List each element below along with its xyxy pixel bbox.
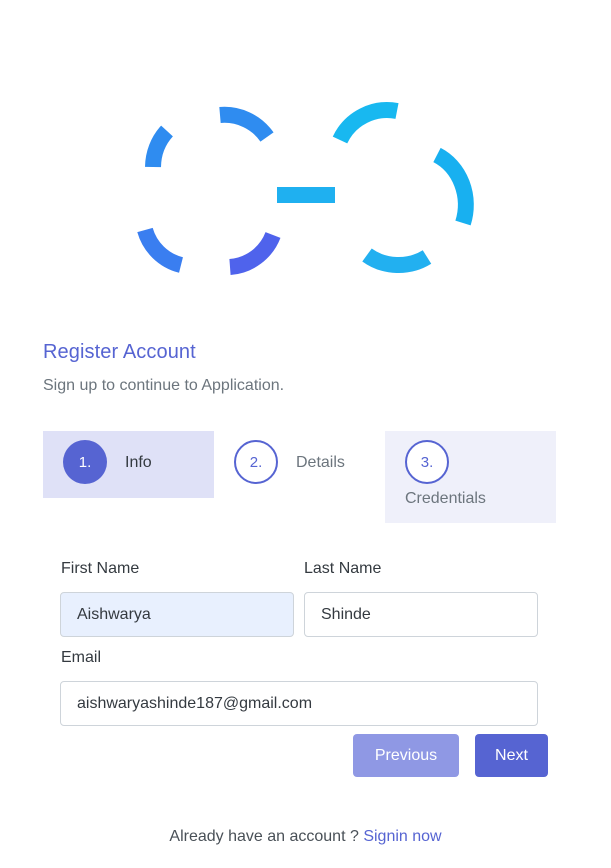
step-info[interactable]: 1. Info xyxy=(43,431,214,498)
page-title: Register Account xyxy=(43,341,196,363)
page-subtitle: Sign up to continue to Application. xyxy=(43,377,285,394)
email-label: Email xyxy=(61,649,102,666)
first-name-input[interactable] xyxy=(60,592,294,637)
wizard-steps: 1. Info 2. Details 3. Credentials xyxy=(43,431,556,523)
step-label: Info xyxy=(125,454,152,471)
register-page: Register Account Sign up to continue to … xyxy=(0,0,611,868)
infinity-logo-icon xyxy=(137,102,474,275)
step-label: Details xyxy=(296,454,345,471)
step-number: 1. xyxy=(63,440,107,484)
first-name-label: First Name xyxy=(61,560,140,577)
email-input[interactable] xyxy=(60,681,538,726)
signin-link[interactable]: Signin now xyxy=(363,828,441,845)
next-button[interactable]: Next xyxy=(475,734,548,777)
step-number: 2. xyxy=(234,440,278,484)
signin-prompt: Already have an account ? Signin now xyxy=(0,828,611,846)
step-credentials[interactable]: 3. Credentials xyxy=(385,431,556,523)
last-name-input[interactable] xyxy=(304,592,538,637)
last-name-label: Last Name xyxy=(304,560,382,577)
previous-button[interactable]: Previous xyxy=(353,734,459,777)
signin-prompt-text: Already have an account ? xyxy=(169,828,364,845)
step-details[interactable]: 2. Details xyxy=(214,431,385,498)
step-number: 3. xyxy=(405,440,449,484)
step-label: Credentials xyxy=(405,490,486,507)
